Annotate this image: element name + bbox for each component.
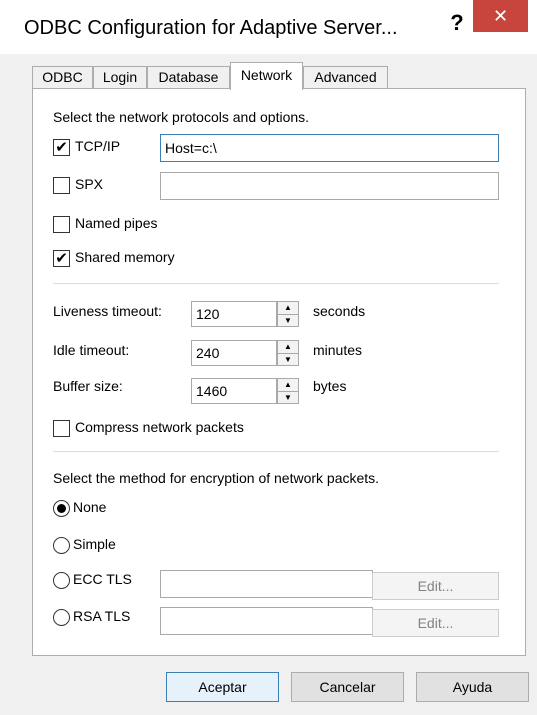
tab-label: Login [102, 69, 138, 85]
rsa-tls-edit-button[interactable]: Edit... [372, 609, 499, 637]
spx-label: SPX [75, 176, 104, 192]
named-pipes-checkbox[interactable] [53, 216, 70, 233]
tcpip-label: TCP/IP [75, 138, 121, 154]
liveness-timeout-label: Liveness timeout: [53, 303, 162, 319]
encryption-rsa-tls-label: RSA TLS [73, 608, 131, 624]
network-tab-panel: Select the network protocols and options… [32, 88, 526, 656]
tcpip-checkbox[interactable]: ✔ [53, 139, 70, 156]
compress-label: Compress network packets [75, 419, 244, 435]
encryption-ecc-tls-label: ECC TLS [73, 571, 132, 587]
liveness-timeout-spinner[interactable]: ▲ ▼ [277, 301, 299, 327]
spin-up-icon[interactable]: ▲ [278, 302, 298, 314]
help-button[interactable]: ? [441, 8, 473, 38]
accept-button-label: Aceptar [198, 679, 247, 695]
separator [53, 283, 499, 284]
close-icon: ✕ [492, 6, 509, 26]
encryption-simple-label: Simple [73, 536, 116, 552]
ecc-tls-input[interactable] [160, 570, 373, 598]
tab-label: ODBC [42, 69, 83, 85]
tab-advanced[interactable]: Advanced [303, 66, 388, 88]
tab-label: Network [240, 67, 293, 83]
encryption-simple-radio[interactable] [53, 537, 70, 554]
close-button[interactable]: ✕ [473, 0, 528, 32]
dialog-window: ODBC Configuration for Adaptive Server..… [0, 0, 537, 715]
liveness-timeout-input[interactable]: 120 [191, 301, 277, 327]
buffer-size-label: Buffer size: [53, 378, 123, 394]
spx-input[interactable] [160, 172, 499, 200]
named-pipes-label: Named pipes [75, 215, 158, 231]
tcpip-host-value: Host=c:\ [165, 140, 217, 156]
idle-timeout-input[interactable]: 240 [191, 340, 277, 366]
title-bar: ODBC Configuration for Adaptive Server..… [0, 0, 537, 54]
encryption-ecc-tls-radio[interactable] [53, 572, 70, 589]
encryption-rsa-tls-radio[interactable] [53, 609, 70, 626]
tab-database[interactable]: Database [147, 66, 230, 88]
spx-checkbox[interactable] [53, 177, 70, 194]
idle-timeout-spinner[interactable]: ▲ ▼ [277, 340, 299, 366]
check-icon: ✔ [55, 139, 68, 156]
separator [53, 451, 499, 452]
liveness-timeout-value: 120 [196, 306, 220, 322]
help-button-label: Ayuda [452, 679, 493, 695]
shared-memory-label: Shared memory [75, 249, 175, 265]
spin-up-icon[interactable]: ▲ [278, 341, 298, 353]
cancel-button[interactable]: Cancelar [291, 672, 404, 702]
radio-selected-dot [57, 504, 66, 513]
accept-button[interactable]: Aceptar [166, 672, 279, 702]
encryption-none-label: None [73, 499, 107, 515]
tab-odbc[interactable]: ODBC [32, 66, 93, 88]
rsa-tls-input[interactable] [160, 607, 373, 635]
buffer-size-spinner[interactable]: ▲ ▼ [277, 378, 299, 404]
edit-button-label: Edit... [417, 615, 454, 631]
buffer-size-value: 1460 [196, 383, 228, 399]
spin-down-icon[interactable]: ▼ [278, 353, 298, 366]
idle-timeout-value: 240 [196, 345, 220, 361]
tab-label: Advanced [314, 69, 377, 85]
spin-up-icon[interactable]: ▲ [278, 379, 298, 391]
cancel-button-label: Cancelar [319, 679, 376, 695]
check-icon: ✔ [55, 250, 68, 267]
tab-network[interactable]: Network [230, 62, 303, 90]
ecc-tls-edit-button[interactable]: Edit... [372, 572, 499, 600]
help-dialog-button[interactable]: Ayuda [416, 672, 529, 702]
window-title: ODBC Configuration for Adaptive Server..… [24, 17, 398, 39]
protocols-heading: Select the network protocols and options… [53, 109, 310, 125]
spin-down-icon[interactable]: ▼ [278, 314, 298, 327]
tab-label: Database [158, 69, 219, 85]
tcpip-host-input[interactable]: Host=c:\ [160, 134, 499, 162]
spin-down-icon[interactable]: ▼ [278, 391, 298, 404]
buffer-size-input[interactable]: 1460 [191, 378, 277, 404]
edit-button-label: Edit... [417, 578, 454, 594]
buffer-size-unit: bytes [313, 378, 347, 394]
liveness-timeout-unit: seconds [313, 303, 366, 319]
encryption-heading: Select the method for encryption of netw… [53, 470, 380, 486]
idle-timeout-unit: minutes [313, 342, 363, 358]
encryption-none-radio[interactable] [53, 500, 70, 517]
compress-checkbox[interactable] [53, 420, 70, 437]
idle-timeout-label: Idle timeout: [53, 342, 130, 358]
tab-login[interactable]: Login [93, 66, 147, 88]
help-icon: ? [450, 10, 464, 35]
shared-memory-checkbox[interactable]: ✔ [53, 250, 70, 267]
